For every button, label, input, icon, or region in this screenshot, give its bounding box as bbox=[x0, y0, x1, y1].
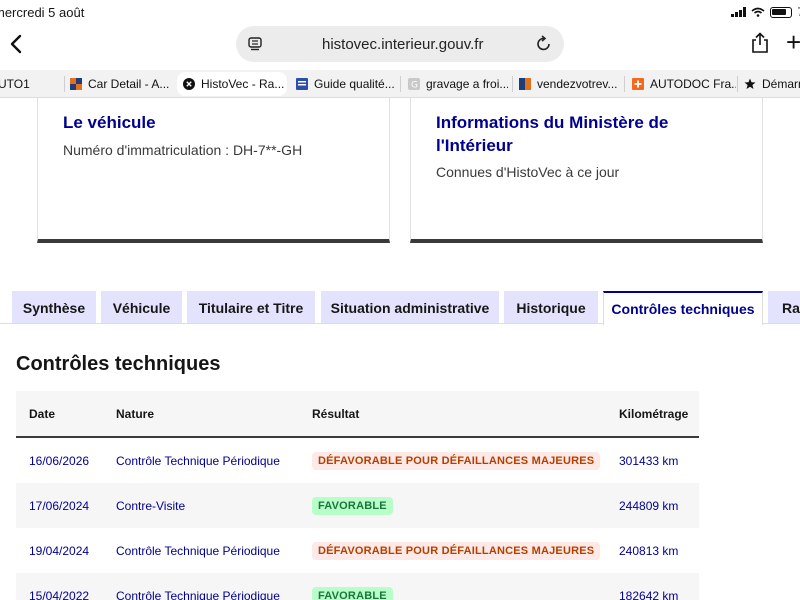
tab-rapport[interactable]: Rap bbox=[768, 291, 800, 324]
row-date: 17/06/2024 bbox=[29, 498, 90, 513]
section-title: Contrôles techniques bbox=[16, 353, 221, 375]
table-row: 19/04/2024 Contrôle Technique Périodique… bbox=[16, 528, 699, 573]
status-bar: mercredi 5 août 7 bbox=[0, 0, 800, 24]
page-settings-icon[interactable] bbox=[248, 37, 262, 51]
tab-divider bbox=[64, 76, 65, 92]
browser-tab-label: Démarr bbox=[762, 77, 800, 91]
table-header: Date Nature Résultat Kilométrage bbox=[16, 391, 699, 438]
tab-divider bbox=[512, 76, 513, 92]
vehicle-card-title: Le véhicule bbox=[63, 113, 156, 132]
result-badge: FAVORABLE bbox=[312, 586, 393, 600]
tab-historique[interactable]: Historique bbox=[504, 291, 598, 324]
column-header-result: Résultat bbox=[312, 406, 360, 421]
google-favicon: G bbox=[408, 78, 420, 90]
tab-situation-administrative[interactable]: Situation administrative bbox=[321, 291, 499, 324]
row-mileage: 182642 km bbox=[619, 588, 679, 600]
result-badge: FAVORABLE bbox=[312, 496, 393, 515]
autodoc-favicon bbox=[632, 78, 644, 90]
tab-titulaire[interactable]: Titulaire et Titre bbox=[187, 291, 315, 324]
browser-tab[interactable]: Démarr bbox=[744, 72, 800, 96]
table-row: 15/04/2022 Contrôle Technique Périodique… bbox=[16, 573, 699, 600]
browser-tab-label: AUTODOC Fra... bbox=[650, 77, 736, 91]
status-date: mercredi 5 août bbox=[0, 5, 85, 20]
tab-divider bbox=[737, 76, 738, 92]
ministry-card-text: Connues d'HistoVec à ce jour bbox=[436, 164, 620, 180]
row-nature: Contre-Visite bbox=[116, 498, 186, 513]
result-badge: DÉFAVORABLE POUR DÉFAILLANCES MAJEURES bbox=[312, 541, 601, 560]
ministry-card-title: Informations du Ministère de l'Intérieur bbox=[436, 113, 669, 155]
technical-inspections-table: Date Nature Résultat Kilométrage 16/06/2… bbox=[16, 391, 699, 600]
reload-icon[interactable] bbox=[536, 35, 552, 53]
row-nature: Contrôle Technique Périodique bbox=[116, 453, 280, 468]
car-detail-favicon bbox=[70, 78, 82, 90]
column-header-nature: Nature bbox=[116, 406, 155, 421]
signal-icon bbox=[731, 7, 747, 17]
tab-synthese[interactable]: Synthèse bbox=[12, 291, 96, 324]
browser-tab-label: gravage a froi... bbox=[426, 77, 508, 91]
guide-favicon bbox=[296, 78, 308, 90]
status-icons: 7 bbox=[731, 5, 800, 19]
browser-tab[interactable]: Guide qualité... bbox=[296, 72, 396, 96]
browser-tab-active[interactable]: HistoVec - Ra... bbox=[177, 72, 287, 96]
browser-tab-strip: UTO1 Car Detail - A... HistoVec - Ra... … bbox=[0, 70, 800, 98]
close-tab-icon[interactable] bbox=[183, 78, 195, 90]
svg-text:G: G bbox=[411, 81, 418, 91]
url-text[interactable]: histovec.interieur.gouv.fr bbox=[322, 36, 483, 53]
browser-tab-label: UTO1 bbox=[0, 77, 30, 91]
row-date: 15/04/2022 bbox=[29, 588, 90, 600]
battery-icon bbox=[770, 6, 793, 18]
section-tabs: Synthèse Véhicule Titulaire et Titre Sit… bbox=[0, 291, 800, 325]
table-row: 17/06/2024 Contre-Visite FAVORABLE 24480… bbox=[16, 483, 699, 528]
back-icon[interactable] bbox=[6, 32, 26, 56]
browser-tab[interactable]: UTO1 bbox=[0, 72, 58, 96]
browser-tab-label: Car Detail - A... bbox=[88, 77, 170, 91]
browser-tab-label: vendezvotrev... bbox=[537, 77, 618, 91]
browser-tab-label: Guide qualité... bbox=[314, 77, 395, 91]
row-mileage: 301433 km bbox=[619, 453, 679, 468]
tab-controles-techniques[interactable]: Contrôles techniques bbox=[603, 291, 763, 325]
star-icon bbox=[744, 78, 756, 89]
ministry-card: Informations du Ministère de l'Intérieur… bbox=[410, 98, 763, 243]
row-date: 16/06/2026 bbox=[29, 453, 90, 468]
browser-tab[interactable]: vendezvotrev... bbox=[519, 72, 619, 96]
row-nature: Contrôle Technique Périodique bbox=[116, 543, 280, 558]
result-badge: DÉFAVORABLE POUR DÉFAILLANCES MAJEURES bbox=[312, 451, 601, 470]
vendez-favicon bbox=[519, 78, 531, 90]
row-date: 19/04/2024 bbox=[29, 543, 90, 558]
tab-vehicule[interactable]: Véhicule bbox=[101, 291, 182, 324]
wifi-icon bbox=[751, 7, 765, 17]
vehicle-card: Le véhicule Numéro d'immatriculation : D… bbox=[37, 98, 390, 243]
column-header-date: Date bbox=[29, 406, 56, 421]
registration-text: Numéro d'immatriculation : DH-7**-GH bbox=[63, 142, 303, 158]
column-header-mileage: Kilométrage bbox=[619, 406, 689, 421]
new-tab-icon[interactable]: + bbox=[786, 29, 800, 55]
row-mileage: 244809 km bbox=[619, 498, 679, 513]
row-mileage: 240813 km bbox=[619, 543, 679, 558]
tab-divider bbox=[624, 76, 625, 92]
browser-tab-label: HistoVec - Ra... bbox=[201, 77, 285, 91]
share-icon[interactable] bbox=[751, 32, 769, 54]
table-row: 16/06/2026 Contrôle Technique Périodique… bbox=[16, 438, 699, 483]
browser-tab[interactable]: Car Detail - A... bbox=[70, 72, 176, 96]
row-nature: Contrôle Technique Périodique bbox=[116, 588, 280, 600]
browser-tab[interactable]: AUTODOC Fra... bbox=[632, 72, 736, 96]
browser-tab[interactable]: G gravage a froi... bbox=[408, 72, 508, 96]
tab-divider bbox=[400, 76, 401, 92]
address-bar[interactable]: histovec.interieur.gouv.fr bbox=[236, 26, 564, 62]
